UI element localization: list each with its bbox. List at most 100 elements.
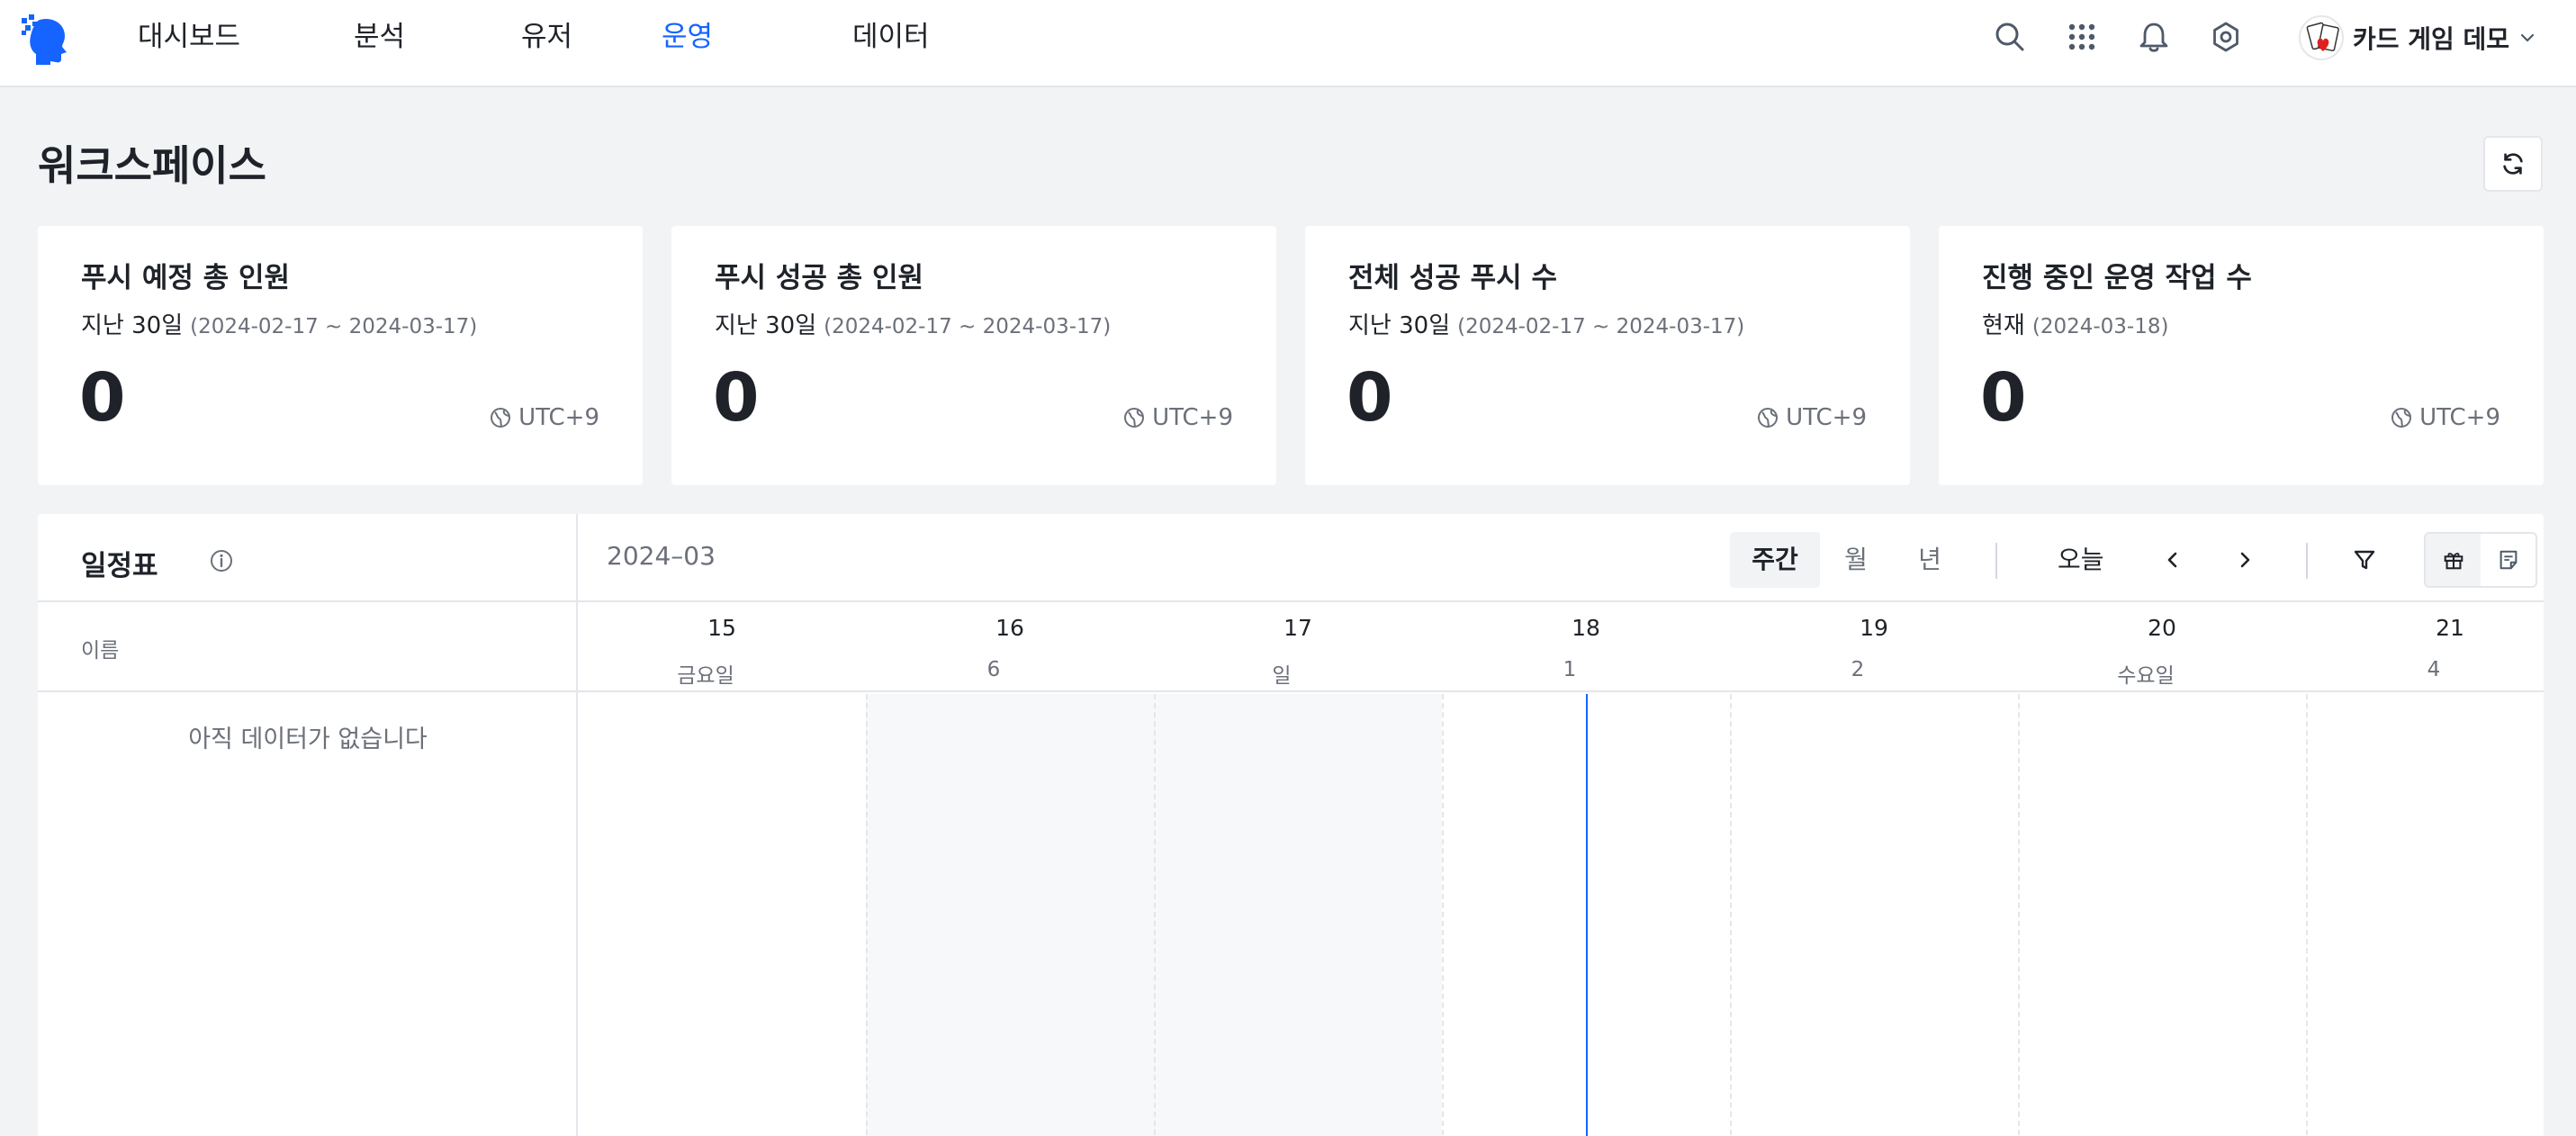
day-subtitle: 2 bbox=[1851, 658, 1865, 681]
empty-state-text: 아직 데이터가 없습니다 bbox=[188, 726, 428, 753]
card-title: 푸시 예정 총 인원 bbox=[81, 262, 291, 294]
chevron-left-icon[interactable] bbox=[2148, 536, 2197, 584]
stat-card-scheduled-push-users: 푸시 예정 총 인원 지난 30일 (2024-02-17 ~ 2024-03-1… bbox=[38, 226, 643, 485]
timezone-label: UTC+9 bbox=[518, 404, 599, 431]
nav-item-dashboard[interactable]: 대시보드 bbox=[138, 16, 240, 58]
timezone-label: UTC+9 bbox=[1152, 404, 1233, 431]
refresh-icon bbox=[2503, 153, 2523, 175]
apps-grid-icon[interactable] bbox=[2063, 18, 2101, 56]
app-logo-icon[interactable] bbox=[20, 13, 72, 65]
card-date-range: (2024-02-17 ~ 2024-03-17) bbox=[1457, 315, 1745, 338]
project-name: 카드 게임 데모 bbox=[2353, 24, 2510, 54]
view-weekly-button[interactable]: 주간 bbox=[1730, 532, 1820, 588]
globe-icon bbox=[1124, 408, 1145, 428]
timezone-label: UTC+9 bbox=[2419, 404, 2500, 431]
day-column-separator bbox=[866, 694, 868, 1136]
schedule-panel: 일정표 이름 아직 데이터가 없습니다 2024–03 주간 월 년 오늘 15… bbox=[38, 514, 2544, 1136]
day-column-separator bbox=[1154, 694, 1156, 1136]
card-timezone[interactable]: UTC+9 bbox=[1757, 404, 1867, 431]
gear-icon[interactable] bbox=[2207, 18, 2245, 56]
schedule-calendar: 2024–03 주간 월 년 오늘 15 금요일 16 6 17 일 18 1 … bbox=[578, 514, 2544, 1136]
card-period-label: 지난 30일 bbox=[1348, 312, 1451, 339]
project-switcher[interactable]: 카드 게임 데모 bbox=[2299, 13, 2536, 63]
day-number: 19 bbox=[1860, 615, 1888, 641]
chevron-right-icon[interactable] bbox=[2220, 536, 2269, 584]
nav-item-data[interactable]: 데이터 bbox=[852, 16, 930, 58]
project-avatar bbox=[2299, 15, 2344, 60]
name-column-header: 이름 bbox=[38, 602, 578, 692]
info-icon[interactable] bbox=[209, 548, 234, 573]
globe-icon bbox=[1758, 408, 1779, 428]
card-timezone[interactable]: UTC+9 bbox=[1123, 404, 1233, 431]
card-value: 0 bbox=[79, 359, 126, 437]
day-number: 15 bbox=[707, 615, 736, 641]
card-period-label: 지난 30일 bbox=[715, 312, 817, 339]
card-timezone[interactable]: UTC+9 bbox=[2391, 404, 2500, 431]
card-value: 0 bbox=[1347, 359, 1393, 437]
card-value: 0 bbox=[1980, 359, 2027, 437]
day-subtitle: 4 bbox=[2427, 658, 2441, 681]
card-period: 지난 30일 (2024-02-17 ~ 2024-03-17) bbox=[715, 307, 1111, 340]
card-title: 푸시 성공 총 인원 bbox=[715, 262, 924, 294]
name-column-label: 이름 bbox=[81, 639, 120, 663]
chevron-down-icon bbox=[2520, 33, 2535, 42]
refresh-button[interactable] bbox=[2483, 136, 2543, 192]
day-column-separator bbox=[2018, 694, 2020, 1136]
day-number: 21 bbox=[2436, 615, 2464, 641]
card-title: 전체 성공 푸시 수 bbox=[1348, 262, 1558, 294]
today-button[interactable]: 오늘 bbox=[2058, 532, 2104, 588]
schedule-title: 일정표 bbox=[81, 550, 158, 582]
nav-item-operations[interactable]: 운영 bbox=[662, 16, 713, 58]
day-subtitle: 6 bbox=[986, 658, 1001, 681]
today-marker-line bbox=[1586, 694, 1588, 1136]
card-value: 0 bbox=[713, 359, 760, 437]
card-timezone[interactable]: UTC+9 bbox=[490, 404, 599, 431]
card-period: 지난 30일 (2024-02-17 ~ 2024-03-17) bbox=[1348, 307, 1744, 340]
timezone-label: UTC+9 bbox=[1786, 404, 1867, 431]
globe-icon bbox=[491, 408, 511, 428]
view-yearly-button[interactable]: 년 bbox=[1892, 532, 1968, 588]
nav-item-analytics[interactable]: 분석 bbox=[354, 16, 405, 58]
day-subtitle: 수요일 bbox=[2117, 664, 2175, 688]
day-number: 17 bbox=[1283, 615, 1312, 641]
day-column-separator bbox=[1730, 694, 1732, 1136]
day-column-separator bbox=[2306, 694, 2308, 1136]
nav-item-users[interactable]: 유저 bbox=[521, 16, 572, 58]
day-subtitle: 금요일 bbox=[677, 664, 734, 688]
calendar-day-header: 15 금요일 16 6 17 일 18 1 19 2 20 수요일 21 4 bbox=[578, 602, 2544, 692]
calendar-toolbar: 2024–03 주간 월 년 오늘 bbox=[578, 514, 2544, 602]
day-column-separator bbox=[1442, 694, 1444, 1136]
stat-card-active-operations: 진행 중인 운영 작업 수 현재 (2024-03-18) 0 UTC+9 bbox=[1939, 226, 2544, 485]
day-subtitle: 일 bbox=[1272, 664, 1292, 688]
schedule-header: 일정표 bbox=[38, 514, 578, 602]
note-icon[interactable] bbox=[2481, 534, 2535, 586]
card-date-range: (2024-02-17 ~ 2024-03-17) bbox=[824, 315, 1112, 338]
view-monthly-button[interactable]: 월 bbox=[1820, 532, 1892, 588]
current-month-label: 2024–03 bbox=[607, 541, 716, 571]
card-period-label: 지난 30일 bbox=[81, 312, 184, 339]
card-title: 진행 중인 운영 작업 수 bbox=[1982, 262, 2252, 294]
globe-icon bbox=[2391, 408, 2412, 428]
filter-icon[interactable] bbox=[2340, 536, 2389, 584]
toolbar-divider bbox=[1995, 543, 1997, 579]
stat-card-successful-push-users: 푸시 성공 총 인원 지난 30일 (2024-02-17 ~ 2024-03-1… bbox=[671, 226, 1276, 485]
day-number: 20 bbox=[2148, 615, 2176, 641]
stat-card-total-successful-pushes: 전체 성공 푸시 수 지난 30일 (2024-02-17 ~ 2024-03-1… bbox=[1305, 226, 1910, 485]
day-subtitle: 1 bbox=[1563, 658, 1577, 681]
card-date-range: (2024-03-18) bbox=[2031, 315, 2169, 338]
card-date-range: (2024-02-17 ~ 2024-03-17) bbox=[190, 315, 478, 338]
gift-icon[interactable] bbox=[2426, 534, 2481, 586]
search-icon[interactable] bbox=[1991, 18, 2029, 56]
view-mode-toggle bbox=[2424, 532, 2537, 588]
page-title: 워크스페이스 bbox=[38, 141, 266, 190]
card-period-label: 현재 bbox=[1982, 312, 2025, 339]
bell-icon[interactable] bbox=[2135, 18, 2173, 56]
day-number: 16 bbox=[995, 615, 1024, 641]
card-period: 지난 30일 (2024-02-17 ~ 2024-03-17) bbox=[81, 307, 477, 340]
calendar-grid bbox=[578, 694, 2544, 1136]
top-navigation-bar: 대시보드 분석 유저 운영 데이터 카드 게임 데모 bbox=[0, 0, 2576, 87]
card-period: 현재 (2024-03-18) bbox=[1982, 307, 2168, 340]
toolbar-divider bbox=[2306, 543, 2308, 579]
day-number: 18 bbox=[1572, 615, 1600, 641]
schedule-name-column: 일정표 이름 아직 데이터가 없습니다 bbox=[38, 514, 578, 1136]
